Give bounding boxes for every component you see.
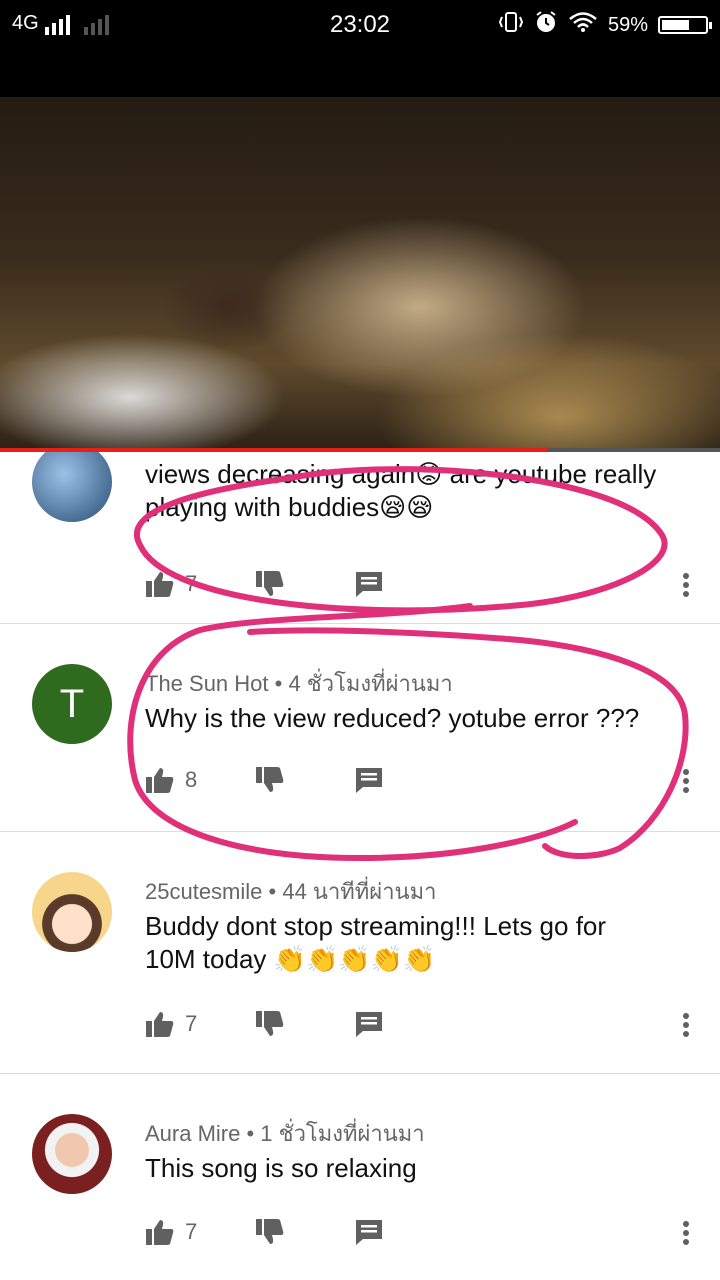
comment-text-part: views decreasing again — [145, 459, 416, 489]
wifi-icon — [568, 11, 598, 39]
video-player[interactable] — [0, 50, 720, 450]
comment-meta: 25cutesmile • 44 นาทีที่ผ่านมา — [145, 879, 437, 904]
vibrate-icon — [498, 11, 524, 39]
battery-fill — [662, 20, 690, 30]
dislike-icon[interactable] — [255, 570, 285, 598]
alarm-icon — [534, 10, 558, 40]
more-options-icon[interactable] — [682, 1220, 690, 1246]
comment-text: This song is so relaxing — [145, 1153, 417, 1183]
like-icon[interactable] — [145, 1218, 175, 1246]
comment-actions: 7 — [145, 1004, 383, 1044]
dislike-icon[interactable] — [255, 1010, 285, 1038]
comment-author[interactable]: Aura Mire — [145, 1121, 240, 1146]
comment-author[interactable]: 25cutesmile — [145, 879, 262, 904]
avatar[interactable]: T — [32, 664, 112, 744]
more-options-icon[interactable] — [682, 768, 690, 794]
avatar[interactable] — [32, 452, 112, 522]
avatar-letter: T — [59, 681, 85, 726]
like-count: 7 — [185, 1219, 198, 1244]
like-icon[interactable] — [145, 570, 175, 598]
comment-meta: Aura Mire • 1 ชั่วโมงที่ผ่านมา — [145, 1121, 425, 1146]
comment-author[interactable]: The Sun Hot — [145, 671, 269, 696]
comment-time: 4 ชั่วโมงที่ผ่านมา — [288, 671, 453, 696]
dislike-icon[interactable] — [255, 1218, 285, 1246]
comment-time: 1 ชั่วโมงที่ผ่านมา — [260, 1121, 425, 1146]
comment-actions: 7 — [145, 1212, 383, 1252]
angry-emoji: 😡 — [415, 459, 443, 489]
comment-actions: 8 — [145, 760, 383, 800]
comment-actions: 7 — [145, 564, 383, 604]
comment-text: Buddy dont stop streaming!!! Lets go for… — [145, 910, 655, 976]
like-count: 7 — [185, 1011, 198, 1036]
comment-item: Aura Mire • 1 ชั่วโมงที่ผ่านมา This song… — [0, 1074, 720, 1280]
battery-percent: 59% — [607, 13, 648, 36]
reply-icon[interactable] — [355, 1011, 383, 1037]
like-count: 8 — [185, 767, 198, 792]
comment-time: 44 นาทีที่ผ่านมา — [282, 879, 437, 904]
like-icon[interactable] — [145, 766, 175, 794]
more-options-icon[interactable] — [682, 572, 690, 598]
status-icons: 59% — [498, 10, 712, 40]
reply-icon[interactable] — [355, 1219, 383, 1245]
video-frame — [0, 97, 720, 450]
comment-text: views decreasing again😡 are youtube real… — [145, 458, 685, 524]
like-count: 7 — [185, 571, 198, 596]
comment-meta: The Sun Hot • 4 ชั่วโมงที่ผ่านมา — [145, 671, 453, 696]
comment-item: T The Sun Hot • 4 ชั่วโมงที่ผ่านมา Why i… — [0, 624, 720, 832]
more-options-icon[interactable] — [682, 1012, 690, 1038]
avatar[interactable] — [32, 1114, 112, 1194]
comments-list[interactable]: views decreasing again😡 are youtube real… — [0, 452, 720, 1280]
dislike-icon[interactable] — [255, 766, 285, 794]
battery-icon — [658, 16, 712, 34]
clapping-emoji: 👏👏👏👏👏 — [273, 944, 436, 974]
sleepy-emoji: 😪😪 — [379, 492, 434, 522]
like-icon[interactable] — [145, 1010, 175, 1038]
reply-icon[interactable] — [355, 571, 383, 597]
comment-text: Why is the view reduced? yotube error ??… — [145, 703, 640, 733]
reply-icon[interactable] — [355, 767, 383, 793]
comment-item: 25cutesmile • 44 นาทีที่ผ่านมา Buddy don… — [0, 832, 720, 1074]
avatar[interactable] — [32, 872, 112, 952]
status-bar: 4G 23:02 59% — [0, 0, 720, 50]
comment-item: views decreasing again😡 are youtube real… — [0, 452, 720, 624]
